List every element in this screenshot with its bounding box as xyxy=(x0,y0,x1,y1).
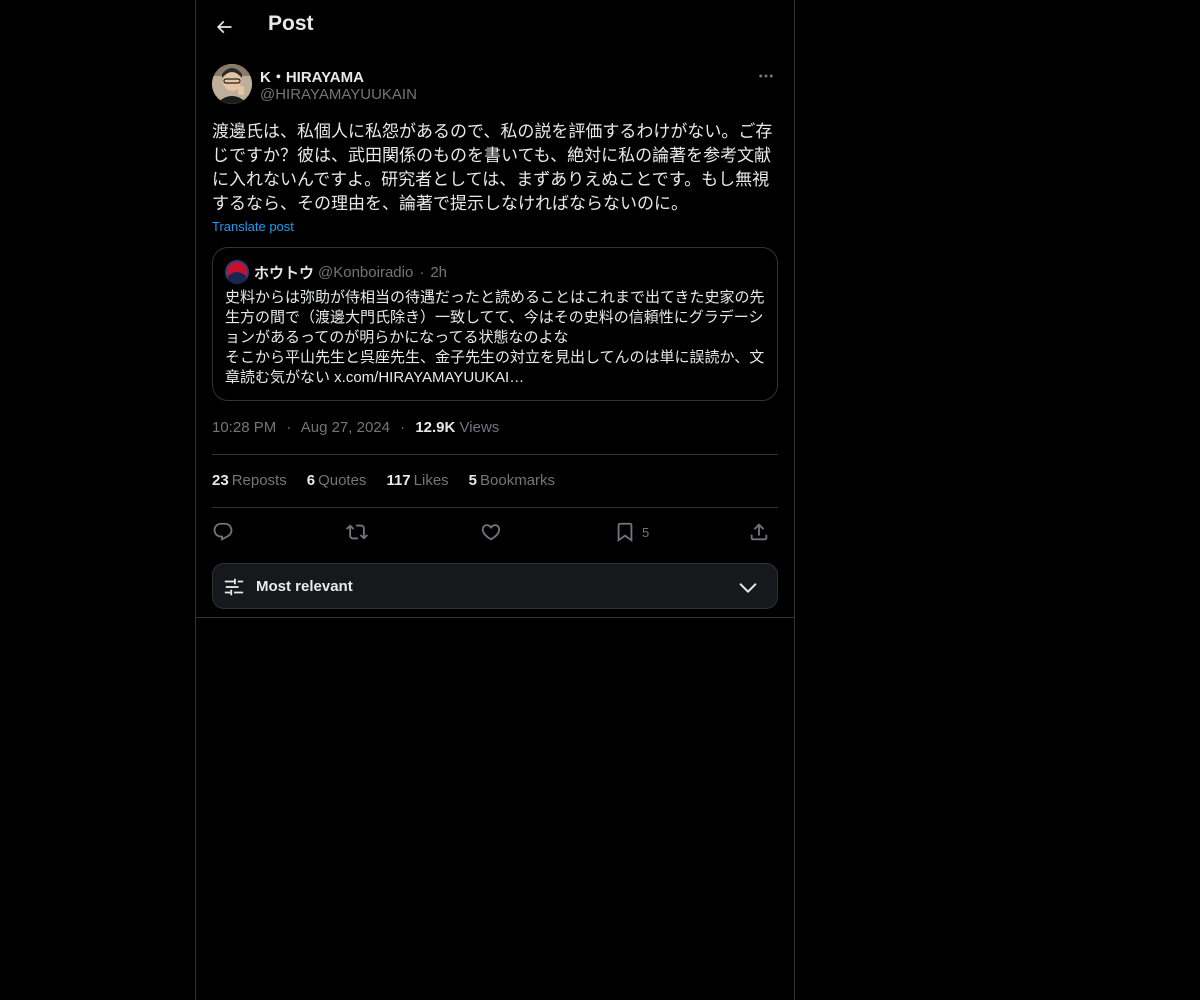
page-title: Post xyxy=(268,12,314,35)
bookmark-count: 5 xyxy=(642,524,650,540)
quoted-display-name: ホウトウ xyxy=(254,264,315,282)
bookmark-button[interactable]: 5 xyxy=(614,518,649,546)
quoted-post-text: 史料からは弥助が侍相当の待遇だったと読めることはこれまで出てきた史家の先生方の間… xyxy=(225,288,767,388)
quoted-text-line: 史料からは弥助が侍相当の待遇だったと読めることはこれまで出てきた史家の先生方の間… xyxy=(225,289,765,346)
repost-icon xyxy=(346,524,368,540)
translate-post-link[interactable]: Translate post xyxy=(212,219,294,234)
post-time[interactable]: 10:28 PM xyxy=(212,419,276,436)
bookmarks-stat[interactable]: 5 Bookmarks xyxy=(469,472,555,489)
reposts-stat[interactable]: 23 Reposts xyxy=(212,472,287,489)
avatar[interactable] xyxy=(212,64,252,104)
divider xyxy=(212,507,778,508)
author-handle[interactable]: @HIRAYAMAYUUKAIN xyxy=(260,86,417,103)
sort-label: Most relevant xyxy=(256,578,353,595)
meta-separator: · xyxy=(286,419,292,436)
quoted-handle: @Konboiradio xyxy=(318,263,414,281)
reply-button[interactable] xyxy=(212,518,234,546)
quoted-post-header: ホウトウ @Konboiradio · 2h xyxy=(225,260,447,284)
engagement-stats: 23 Reposts 6 Quotes 117 Likes 5 Bookmarks xyxy=(212,472,555,489)
more-icon xyxy=(759,74,773,78)
sliders-icon xyxy=(224,578,244,596)
post-text: 渡邊氏は、私個人に私怨があるので、私の説を評価するわけがない。ご存じですか？彼は… xyxy=(212,122,773,213)
post-column: Post K・HIRAYAMA @HIRAYAMAYUUKAIN 渡邊氏は、私個… xyxy=(195,0,795,1000)
divider xyxy=(196,617,794,618)
author-display-name[interactable]: K・HIRAYAMA xyxy=(260,66,364,87)
like-button[interactable] xyxy=(480,518,502,546)
quoted-text-line: そこから平山先生と呉座先生、金子先生の対立を見出してんのは単に誤読か、文章読む気… xyxy=(225,349,765,386)
views-count: 12.9K xyxy=(415,419,456,436)
arrow-left-icon xyxy=(216,20,232,34)
post-date[interactable]: Aug 27, 2024 xyxy=(301,419,390,436)
action-bar: 5 xyxy=(212,518,778,546)
share-button[interactable] xyxy=(748,518,770,546)
post-meta: 10:28 PM · Aug 27, 2024 · 12.9K Views xyxy=(212,419,499,436)
quotes-stat[interactable]: 6 Quotes xyxy=(307,472,367,489)
reply-sort-dropdown[interactable]: Most relevant xyxy=(212,563,778,609)
post-header: Post xyxy=(196,0,794,54)
reply-icon xyxy=(213,522,233,541)
quoted-timestamp: 2h xyxy=(430,263,447,281)
share-icon xyxy=(750,523,768,541)
more-options-button[interactable] xyxy=(754,66,778,86)
views-label: Views xyxy=(459,419,500,436)
heart-icon xyxy=(481,524,501,541)
bookmark-icon xyxy=(617,522,633,543)
quoted-separator: · xyxy=(419,263,425,281)
divider xyxy=(212,454,778,455)
author-row: K・HIRAYAMA @HIRAYAMAYUUKAIN xyxy=(212,64,778,108)
meta-separator: · xyxy=(400,419,406,436)
back-button[interactable] xyxy=(210,13,238,41)
repost-button[interactable] xyxy=(346,518,368,546)
chevron-down-icon xyxy=(739,583,757,593)
quoted-avatar xyxy=(225,260,249,284)
likes-stat[interactable]: 117 Likes xyxy=(386,472,448,489)
quoted-post[interactable]: ホウトウ @Konboiradio · 2h 史料からは弥助が侍相当の待遇だった… xyxy=(212,247,778,401)
